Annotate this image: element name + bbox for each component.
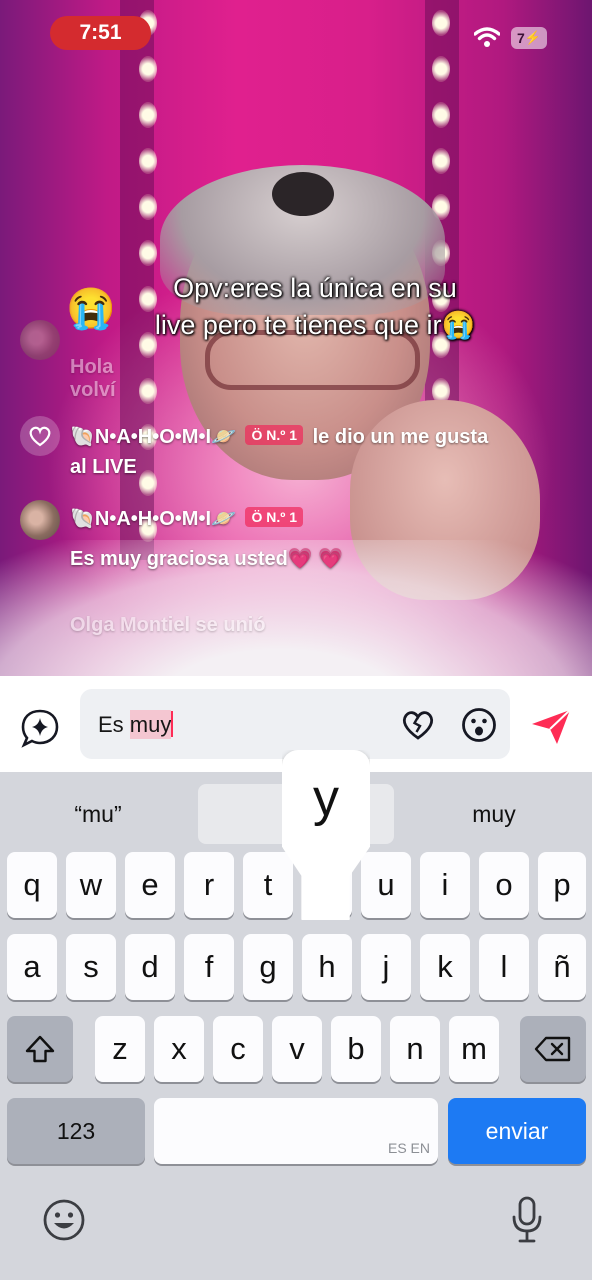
wifi-icon [474,27,500,47]
key-k[interactable]: k [420,934,470,1000]
key-b[interactable]: b [331,1016,381,1082]
key-p[interactable]: p [538,852,586,918]
emoji-icon[interactable] [461,707,497,743]
key-e[interactable]: e [125,852,175,918]
microphone-icon[interactable] [510,1196,544,1244]
rank-badge: Ö N.º 1 [245,425,304,445]
keyboard-emoji-icon[interactable] [42,1198,86,1242]
avatar[interactable] [20,500,60,540]
status-time: 7:51 [50,16,151,50]
key-g[interactable]: g [243,934,293,1000]
key-q[interactable]: q [7,852,57,918]
shift-key[interactable] [7,1016,73,1082]
key-r[interactable]: r [184,852,234,918]
numbers-key[interactable]: 123 [7,1098,145,1164]
key-f[interactable]: f [184,934,234,1000]
key-n[interactable]: n [390,1016,440,1082]
send-return-key[interactable]: enviar [448,1098,586,1164]
key-popup-letter: y [313,769,339,827]
caption-line: live pero te tienes que ir😭 [154,310,476,340]
key-x[interactable]: x [154,1016,204,1082]
chat-username[interactable]: 🐚N•A•H•O•M•I🪐 [70,508,236,530]
key-t[interactable]: t [243,852,293,918]
shift-arrow-icon [25,1035,55,1063]
chat-text: Es muy graciosa usted💗 💗 [70,548,344,570]
suggestion-muy[interactable]: muy [396,784,592,844]
comment-text-prefix: Es [98,712,130,737]
key-u[interactable]: u [361,852,411,918]
heart-icon [20,416,60,456]
key-w[interactable]: w [66,852,116,918]
key-j[interactable]: j [361,934,411,1000]
text-caret [171,711,174,737]
key-l[interactable]: l [479,934,529,1000]
space-language-label: ES EN [387,1140,430,1156]
caption-line: Opv:eres la única en su [173,273,457,303]
key-c[interactable]: c [213,1016,263,1082]
key-h[interactable]: h [302,934,352,1000]
key-o[interactable]: o [479,852,529,918]
space-key[interactable]: ES EN [154,1098,438,1164]
video-caption: Opv:eres la única en su live pero te tie… [100,270,530,344]
suggestion-quoted[interactable]: “mu” [0,784,196,844]
chat-join-event: Olga Montiel se unió [70,614,266,636]
send-icon[interactable] [530,708,572,746]
key-i[interactable]: i [420,852,470,918]
chat-text: le dio un me gusta [312,426,489,448]
ai-sparkle-icon[interactable] [20,708,60,748]
chat-username[interactable]: 🐚N•A•H•O•M•I🪐 [70,426,236,448]
battery-level: 7 [517,30,525,46]
key-enye[interactable]: ñ [538,934,586,1000]
key-d[interactable]: d [125,934,175,1000]
chat-text: Hola volví [70,356,116,401]
key-s[interactable]: s [66,934,116,1000]
avatar[interactable] [20,320,60,360]
chat-text: al LIVE [70,456,137,478]
key-a[interactable]: a [7,934,57,1000]
key-v[interactable]: v [272,1016,322,1082]
key-m[interactable]: m [449,1016,499,1082]
heart-gift-icon[interactable] [400,709,436,741]
rank-badge: Ö N.º 1 [245,507,304,527]
battery-icon: 7 ⚡ [511,27,547,49]
comment-text-marked: muy [129,710,172,739]
streamer-hair-bun [272,172,334,216]
key-z[interactable]: z [95,1016,145,1082]
backspace-key[interactable] [520,1016,586,1082]
backspace-icon [534,1036,571,1062]
comment-input[interactable]: Es muy [80,689,510,759]
